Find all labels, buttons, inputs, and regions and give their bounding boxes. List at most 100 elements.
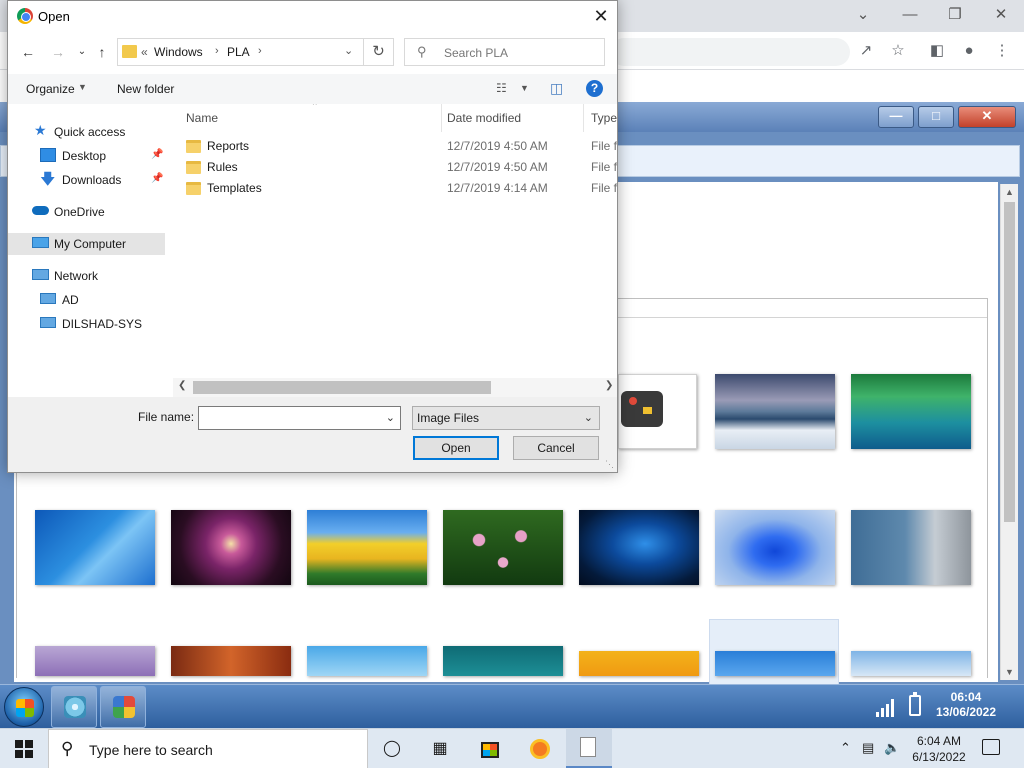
scroll-up-icon[interactable]: ▲ — [1001, 184, 1018, 200]
open-button[interactable]: Open — [413, 436, 499, 460]
file-row-rules[interactable]: Rules 12/7/2019 4:50 AM File fo — [173, 157, 617, 178]
remote-clock[interactable]: 06:04 13/06/2022 — [930, 690, 1002, 720]
wallpaper-thumbnail-water-lilies[interactable] — [443, 510, 563, 585]
help-icon[interactable]: ? — [586, 80, 603, 97]
forward-arrow-icon[interactable]: → — [48, 41, 68, 63]
resize-grip-icon[interactable]: ⋱ — [605, 459, 614, 470]
tray-overflow-chevron-icon[interactable]: ⌃ — [840, 740, 851, 756]
browser-restore-button[interactable]: ❐ — [942, 4, 968, 26]
remote-maximize-button[interactable]: □ — [918, 106, 954, 128]
wallpaper-thumbnail-tulips[interactable] — [307, 510, 427, 585]
gallery-scrollbar[interactable]: ▲ ▼ — [1000, 184, 1018, 680]
file-name-dropdown-icon[interactable]: ⌄ — [386, 411, 395, 424]
remote-start-button[interactable] — [4, 687, 44, 727]
view-options-icon[interactable]: ☷ — [496, 81, 507, 95]
file-name-input[interactable]: ⌄ — [198, 406, 401, 430]
wallpaper-thumbnail-windows11-bloom[interactable] — [715, 510, 835, 585]
breadcrumb-segment-windows[interactable]: Windows — [154, 45, 203, 59]
store-icon[interactable] — [478, 737, 502, 761]
nav-item-onedrive[interactable]: OneDrive — [8, 201, 165, 223]
scroll-left-icon[interactable]: ❮ — [178, 380, 186, 391]
scroll-down-icon[interactable]: ▼ — [1001, 664, 1018, 680]
cancel-button[interactable]: Cancel — [513, 436, 599, 460]
breadcrumb-chevron-icon[interactable]: › — [258, 45, 262, 57]
nav-item-downloads[interactable]: 🡇 Downloads 📌 — [8, 169, 165, 191]
nav-item-network[interactable]: Network — [8, 265, 165, 287]
back-arrow-icon[interactable]: ← — [18, 41, 38, 63]
wallpaper-thumbnail-dahlia[interactable] — [171, 510, 291, 585]
preview-pane-icon[interactable]: ◫ — [550, 80, 563, 97]
nav-item-ad[interactable]: AD — [8, 289, 165, 311]
column-header-date-modified[interactable]: Date modified — [447, 111, 521, 125]
breadcrumb-chevron-icon[interactable]: › — [215, 45, 219, 57]
nav-item-desktop[interactable]: Desktop 📌 — [8, 145, 165, 167]
browser-address-bar[interactable] — [610, 38, 850, 66]
wallpaper-thumbnail-canyon[interactable] — [171, 646, 291, 676]
scroll-right-icon[interactable]: ❯ — [605, 380, 613, 391]
wallpaper-thumbnail-icebergs[interactable] — [715, 374, 835, 449]
share-icon[interactable]: ↗ — [855, 40, 877, 62]
wallpaper-thumbnail-aurora[interactable] — [851, 374, 971, 449]
nav-item-quick-access[interactable]: ★ Quick access — [8, 121, 165, 143]
column-header-name[interactable]: Name — [186, 111, 218, 125]
taskbar-clock[interactable]: 6:04 AM 6/13/2022 — [904, 733, 974, 765]
file-list-horizontal-scrollbar[interactable]: ❮ ❯ — [173, 378, 617, 397]
file-type-dropdown-icon[interactable]: ⌄ — [584, 411, 593, 424]
file-row-reports[interactable]: Reports 12/7/2019 4:50 AM File fo — [173, 136, 617, 157]
side-panel-icon[interactable]: ◧ — [926, 40, 948, 62]
notification-center-icon[interactable] — [982, 739, 1000, 755]
wallpaper-thumbnail-orange[interactable] — [579, 651, 699, 676]
file-row-templates[interactable]: Templates 12/7/2019 4:14 AM File fo — [173, 178, 617, 199]
taskbar-active-app[interactable] — [566, 729, 612, 768]
address-breadcrumb[interactable]: « Windows › PLA › ⌄ — [117, 38, 364, 66]
horizontal-scrollbar-thumb[interactable] — [193, 381, 491, 394]
start-windows-icon[interactable] — [15, 740, 33, 758]
recent-locations-chevron-icon[interactable]: ⌄ — [72, 41, 92, 63]
file-type-select[interactable]: Image Files ⌄ — [412, 406, 600, 430]
cortana-icon[interactable]: ◯ — [380, 737, 404, 761]
pin-icon[interactable]: 📌 — [151, 173, 163, 184]
bookmark-star-icon[interactable]: ☆ — [887, 40, 909, 62]
wallpaper-thumbnail-clouds[interactable] — [851, 651, 971, 676]
wallpaper-thumbnail-architecture[interactable] — [851, 510, 971, 585]
new-folder-button[interactable]: New folder — [117, 82, 174, 96]
dialog-close-button[interactable]: ✕ — [586, 4, 616, 28]
organize-dropdown-icon[interactable]: ▼ — [78, 82, 87, 92]
wallpaper-thumbnail-windows10[interactable] — [579, 510, 699, 585]
browser-tab-search-icon[interactable]: ⌄ — [850, 4, 876, 26]
browser-menu-icon[interactable]: ⋮ — [991, 40, 1013, 62]
breadcrumb-segment-pla[interactable]: PLA — [227, 45, 250, 59]
pin-icon[interactable]: 📌 — [151, 149, 163, 160]
wallpaper-thumbnail-sky[interactable] — [307, 646, 427, 676]
network-tray-icon[interactable]: ▤ — [862, 740, 874, 756]
organize-button[interactable]: Organize — [26, 82, 75, 96]
volume-icon[interactable]: 🔈 — [884, 740, 900, 756]
column-header-type[interactable]: Type — [591, 111, 617, 125]
search-input[interactable]: ⚲ Search PLA — [404, 38, 605, 66]
browser-close-button[interactable]: ✕ — [988, 4, 1014, 26]
wallpaper-thumbnail-luggage[interactable] — [618, 374, 697, 449]
nav-item-my-computer[interactable]: My Computer — [8, 233, 165, 255]
wallpaper-thumbnail-daisy[interactable] — [715, 651, 835, 676]
taskbar-search-box[interactable]: ⚲ Type here to search — [48, 729, 368, 768]
up-arrow-icon[interactable]: ↑ — [92, 41, 112, 63]
view-dropdown-icon[interactable]: ▼ — [520, 83, 529, 93]
remote-taskbar-app-display[interactable] — [100, 686, 146, 728]
nav-item-dilshad-sys[interactable]: DILSHAD-SYS — [8, 313, 165, 335]
column-separator[interactable] — [583, 104, 584, 132]
brave-browser-icon[interactable] — [528, 737, 552, 761]
remote-taskbar-app-disk[interactable] — [51, 686, 97, 728]
browser-minimize-button[interactable]: — — [897, 4, 923, 26]
address-dropdown-icon[interactable]: ⌄ — [344, 44, 353, 57]
scrollbar-thumb[interactable] — [1004, 202, 1015, 522]
refresh-button[interactable]: ↻ — [364, 38, 394, 66]
remote-close-button[interactable]: ✕ — [958, 106, 1016, 128]
wallpaper-thumbnail-lavender[interactable] — [35, 646, 155, 676]
wallpaper-thumbnail-blue[interactable] — [35, 510, 155, 585]
task-view-icon[interactable]: ▦ — [428, 737, 452, 761]
breadcrumb-overflow[interactable]: « — [141, 45, 148, 59]
remote-minimize-button[interactable]: — — [878, 106, 914, 128]
battery-icon[interactable] — [909, 692, 921, 716]
signal-icon[interactable] — [876, 697, 898, 717]
column-separator[interactable] — [441, 104, 442, 132]
